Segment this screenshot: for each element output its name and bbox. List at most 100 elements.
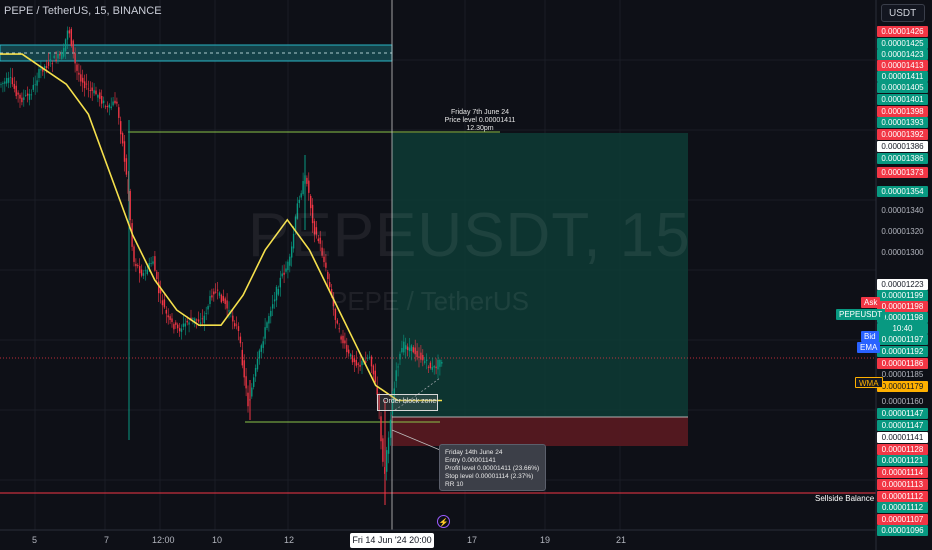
price-tag: 0.00001398 — [877, 106, 928, 117]
candle-body — [401, 348, 403, 353]
candle-body — [9, 77, 12, 79]
candle-body — [226, 300, 228, 309]
candle-body — [211, 295, 213, 298]
candle-body — [97, 95, 99, 98]
candle-body — [416, 350, 418, 358]
candle-body — [241, 349, 243, 366]
price-tag: 0.00001186 — [877, 358, 928, 369]
candle-body — [283, 272, 285, 275]
candle-body — [433, 366, 435, 368]
candle-body — [277, 288, 280, 295]
candle-body — [348, 349, 350, 354]
candle-body — [327, 272, 329, 279]
price-tag: 0.00001147 — [877, 420, 928, 431]
price-tag: 0.00001320 — [881, 227, 924, 236]
candle-body — [11, 77, 14, 85]
candle-body — [173, 324, 175, 330]
candle-body — [272, 304, 274, 309]
bid-label: Bid — [861, 331, 879, 342]
target-note-line2: Price level 0.00001411 — [444, 117, 516, 124]
time-axis[interactable] — [0, 530, 876, 550]
price-tag: 0.00001096 — [877, 525, 928, 536]
candle-body — [180, 328, 183, 332]
candle-body — [125, 158, 128, 175]
candle-body — [140, 269, 143, 276]
candle-body — [102, 100, 105, 104]
lightning-icon[interactable]: ⚡ — [437, 515, 450, 528]
trade-note-line4: Stop level 0.00001114 (2.37%) — [445, 473, 534, 480]
candle-body — [395, 370, 397, 382]
ema-label: EMA — [857, 342, 881, 353]
candle-body — [167, 315, 169, 318]
candle-body — [144, 270, 147, 272]
candle-body — [258, 350, 261, 359]
candle-body — [205, 313, 207, 314]
candle-body — [232, 315, 234, 322]
trade-note: Friday 14th June 24 Entry 0.00001141 Pro… — [445, 449, 539, 489]
chart-screen: PEPEUSDT, 15 PEPE / TetherUS PEPE / Teth… — [0, 0, 932, 550]
candle-body — [336, 320, 338, 324]
candle-body — [281, 273, 283, 277]
time-cursor-label: Fri 14 Jun '24 20:00 — [350, 533, 434, 548]
candle-body — [351, 355, 354, 363]
candle-body — [213, 291, 215, 295]
price-tag: 0.00001107 — [877, 514, 928, 525]
candle-body — [40, 68, 42, 71]
price-tag: 0.00001128 — [877, 444, 928, 455]
symbol-label: PEPEUSDT — [836, 309, 886, 320]
candle-body — [110, 106, 112, 109]
price-tag: 0.00001197 — [877, 334, 928, 345]
price-tag: 0.00001413 — [877, 60, 928, 71]
candle-body — [70, 28, 72, 47]
candle-body — [424, 361, 426, 363]
candle-body — [368, 356, 371, 358]
candle-body — [418, 356, 420, 358]
target-note-line3: 12.30pm — [466, 125, 494, 132]
candle-body — [374, 370, 376, 383]
candle-body — [7, 77, 10, 83]
candle-body — [386, 450, 388, 472]
candle-body — [353, 358, 356, 363]
candle-body — [83, 81, 86, 89]
chart-title[interactable]: PEPE / TetherUS, 15, BINANCE — [4, 5, 162, 17]
candle-body — [23, 97, 25, 100]
candle-body — [171, 318, 173, 322]
price-tag: 0.00001179 — [877, 381, 928, 392]
candle-body — [349, 354, 352, 357]
candle-body — [4, 81, 6, 84]
candle-body — [251, 387, 253, 397]
price-tag: 0.00001113 — [877, 479, 928, 490]
candle-body — [420, 352, 422, 360]
candle-body — [85, 83, 88, 85]
candle-body — [256, 358, 259, 370]
candle-body — [74, 53, 76, 64]
candle-body — [397, 366, 399, 368]
candle-body — [38, 68, 40, 78]
candle-body — [429, 362, 432, 369]
candle-body — [36, 80, 38, 86]
candle-body — [106, 105, 109, 107]
candle-body — [412, 347, 414, 353]
candle-body — [76, 64, 78, 71]
price-tag: 0.00001392 — [877, 129, 928, 140]
trade-note-line2: Entry 0.00001141 — [445, 457, 496, 464]
candle-body — [57, 53, 59, 59]
candle-body — [0, 84, 2, 86]
candle-body — [129, 191, 131, 221]
candle-body — [55, 59, 57, 62]
candle-body — [169, 316, 171, 320]
price-tag: 0.00001340 — [881, 206, 924, 215]
candle-body — [108, 104, 110, 108]
candle-body — [116, 101, 118, 104]
candle-body — [30, 94, 33, 96]
candle-body — [72, 40, 74, 53]
candle-body — [123, 141, 126, 162]
candle-body — [372, 365, 375, 375]
candle-body — [220, 294, 223, 303]
candle-body — [114, 100, 116, 104]
price-tag: 0.00001393 — [877, 117, 928, 128]
candle-body — [112, 101, 114, 106]
candle-body — [49, 59, 52, 61]
candle-body — [133, 246, 135, 262]
candle-body — [247, 392, 249, 407]
